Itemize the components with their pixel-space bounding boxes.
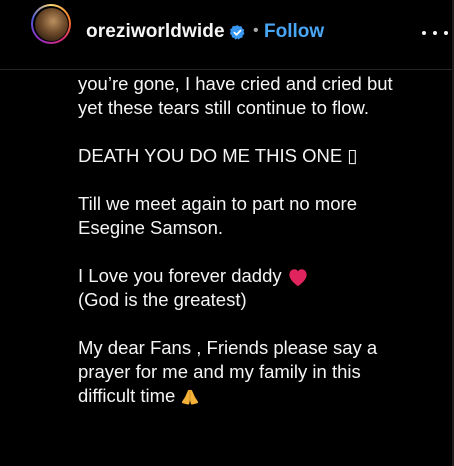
- verified-badge-icon: [229, 25, 245, 40]
- caption-line: Till we meet again to part no more: [78, 193, 357, 214]
- caption-line-with-heart: I Love you forever daddy: [78, 264, 443, 288]
- caption-line-with-hands: difficult time: [78, 384, 443, 408]
- post-caption: you’re gone, I have cried and cried but …: [78, 72, 443, 408]
- caption-line: My dear Fans , Friends please say a: [78, 337, 378, 358]
- caption-line: Esegine Samson.: [78, 217, 224, 238]
- username-link[interactable]: oreziworldwide: [86, 21, 225, 43]
- separator-dot: •: [253, 22, 259, 39]
- post-header: oreziworldwide • Follow: [0, 0, 452, 70]
- caption-line: DEATH YOU DO ME THIS ONE ▯: [78, 145, 358, 166]
- follow-button[interactable]: Follow: [264, 21, 324, 43]
- caption-line: prayer for me and my family in this: [78, 361, 361, 382]
- more-options-icon[interactable]: [422, 22, 448, 44]
- red-heart-icon: [289, 269, 307, 287]
- header-divider: [0, 69, 452, 70]
- story-ring[interactable]: [31, 4, 71, 44]
- caption-text: difficult time: [78, 385, 176, 406]
- folded-hands-icon: [182, 389, 199, 405]
- post-frame: oreziworldwide • Follow you’re gone, I h…: [0, 0, 454, 466]
- caption-line: (God is the greatest): [78, 289, 247, 310]
- caption-line: yet these tears still continue to flow.: [78, 97, 370, 118]
- caption-text: I Love you forever daddy: [78, 265, 282, 286]
- caption-line: you’re gone, I have cried and cried but: [78, 73, 393, 94]
- avatar[interactable]: [34, 7, 68, 41]
